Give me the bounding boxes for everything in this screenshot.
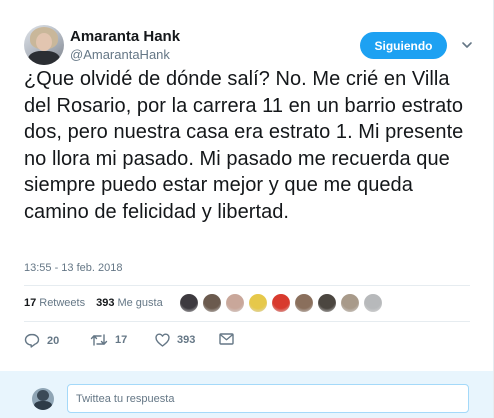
- divider-top: [24, 285, 470, 286]
- tweet-text: ¿Que olvidé de dónde salí? No. Me crié e…: [24, 68, 464, 223]
- liker-avatar-7[interactable]: [318, 294, 336, 312]
- liker-avatar-3[interactable]: [226, 294, 244, 312]
- retweets-label: Retweets: [39, 297, 86, 309]
- like-count: 393: [177, 334, 196, 346]
- like-icon: [155, 333, 170, 347]
- liker-avatar-4[interactable]: [249, 294, 267, 312]
- author-name[interactable]: Amaranta Hank: [70, 28, 180, 45]
- liker-avatar-2[interactable]: [203, 294, 221, 312]
- message-icon: [219, 333, 234, 345]
- author-handle[interactable]: @AmarantaHank: [70, 47, 170, 62]
- reply-count: 20: [47, 334, 60, 347]
- current-user-avatar: [32, 388, 54, 410]
- liker-avatar-5[interactable]: [272, 294, 290, 312]
- liker-avatar-1[interactable]: [180, 294, 198, 312]
- likers-avatars: [180, 294, 387, 312]
- reply-action[interactable]: 20: [24, 333, 59, 348]
- following-button[interactable]: Siguiendo: [360, 32, 447, 59]
- caret-down-icon[interactable]: [460, 38, 474, 52]
- reply-icon: [24, 333, 40, 348]
- liker-avatar-9[interactable]: [364, 294, 382, 312]
- retweets-stat[interactable]: 17 Retweets: [24, 297, 85, 309]
- retweet-action[interactable]: 17: [90, 333, 127, 347]
- divider-bottom: [24, 321, 470, 322]
- likes-count: 393: [96, 297, 115, 309]
- like-action[interactable]: 393: [155, 333, 195, 347]
- reply-bar: Twittea tu respuesta: [0, 371, 493, 418]
- retweet-count: 17: [115, 334, 128, 346]
- direct-message-action[interactable]: [219, 333, 234, 345]
- liker-avatar-6[interactable]: [295, 294, 313, 312]
- likes-label: Me gusta: [117, 297, 163, 309]
- retweets-count: 17: [24, 297, 37, 309]
- tweet-stats: 17 Retweets 393 Me gusta: [24, 297, 163, 309]
- author-avatar[interactable]: [24, 25, 64, 65]
- tweet-timestamp[interactable]: 13:55 - 13 feb. 2018: [24, 262, 122, 274]
- reply-input[interactable]: Twittea tu respuesta: [67, 384, 469, 413]
- retweet-icon: [90, 334, 108, 346]
- liker-avatar-8[interactable]: [341, 294, 359, 312]
- likes-stat[interactable]: 393 Me gusta: [96, 297, 163, 309]
